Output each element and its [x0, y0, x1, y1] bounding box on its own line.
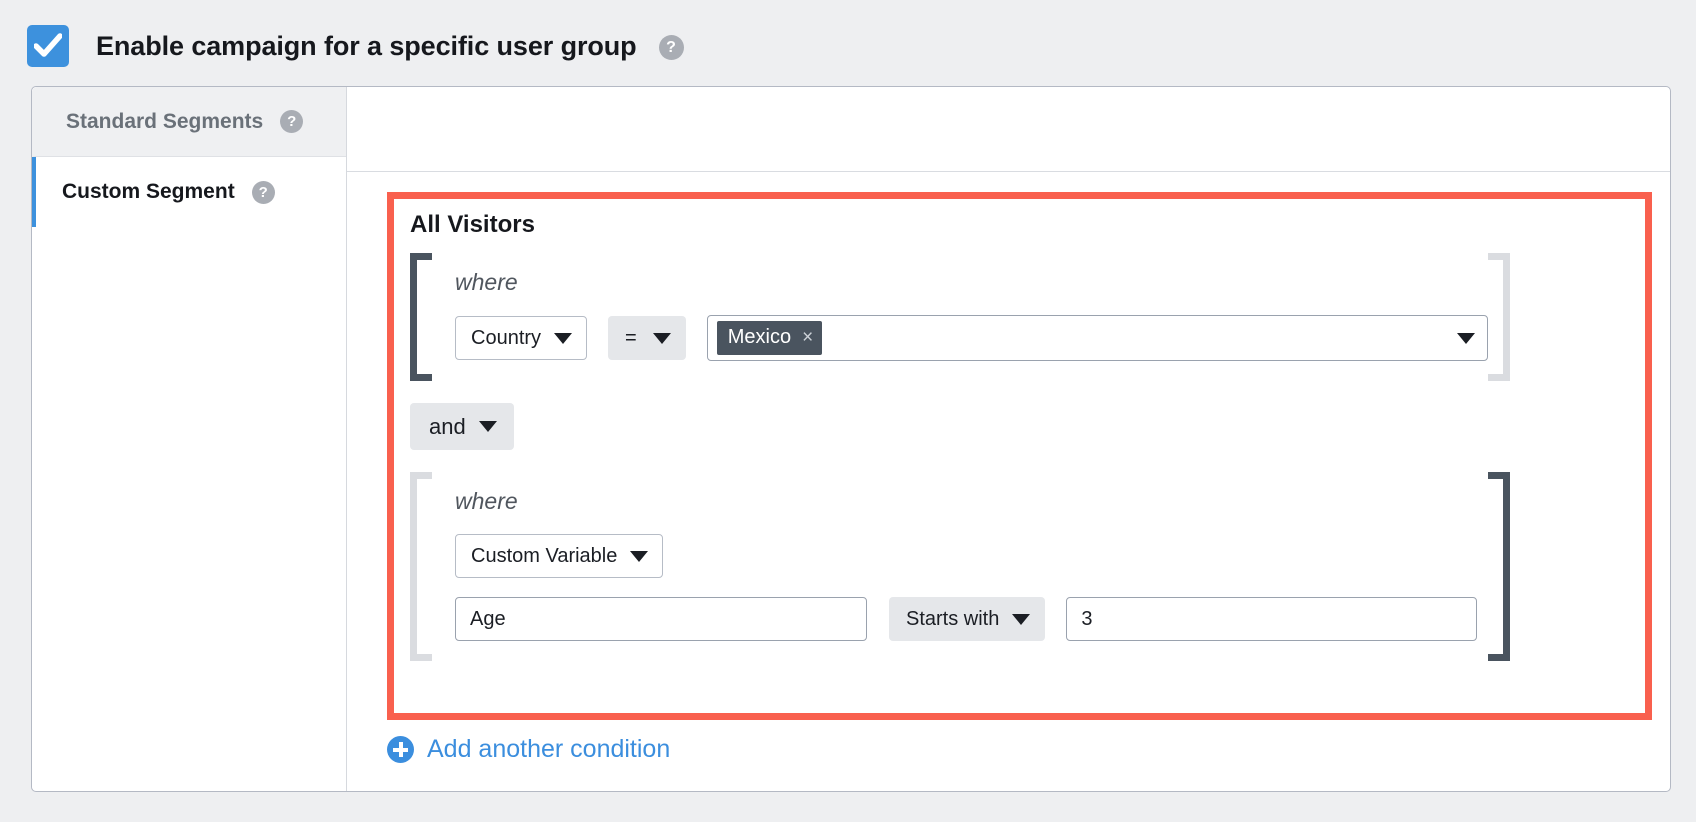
condition-row-2: where Custom Variable Age — [410, 472, 1510, 661]
page-root: Enable campaign for a specific user grou… — [0, 0, 1696, 822]
enable-campaign-checkbox[interactable] — [27, 25, 69, 67]
segment-builder: All Visitors where Country — [347, 192, 1670, 661]
custom-variable-value-input[interactable]: 3 — [1066, 597, 1477, 641]
condition-bracket-left — [410, 253, 432, 381]
sidebar-item-label: Custom Segment — [62, 180, 235, 204]
operator-select-starts-with[interactable]: Starts with — [889, 597, 1045, 641]
attribute-select-country[interactable]: Country — [455, 316, 587, 360]
condition-value-row: Age Starts with 3 — [455, 597, 1488, 641]
condition-bracket-left — [410, 472, 432, 661]
chevron-down-icon — [630, 551, 648, 562]
segment-builder-content: All Visitors where Country — [347, 87, 1670, 791]
chevron-down-icon — [479, 421, 497, 432]
where-label: where — [455, 488, 1488, 515]
remove-tag-icon[interactable]: × — [802, 328, 813, 347]
value-tag-label: Mexico — [728, 326, 791, 349]
add-another-condition-label: Add another condition — [427, 735, 670, 764]
help-icon-custom-segment[interactable]: ? — [252, 181, 275, 204]
attribute-select-value: Custom Variable — [471, 545, 617, 568]
segment-title: All Visitors — [410, 211, 1670, 239]
custom-variable-name-input[interactable]: Age — [455, 597, 867, 641]
condition-fields: Country = Mexico × — [455, 315, 1488, 361]
add-another-condition-button[interactable]: Add another condition — [387, 735, 670, 764]
operator-select-value: = — [625, 327, 637, 350]
operator-select-equals[interactable]: = — [608, 316, 686, 360]
condition-bracket-right — [1488, 472, 1510, 661]
enable-campaign-header: Enable campaign for a specific user grou… — [0, 0, 1696, 92]
segments-panel: Standard Segments ? Custom Segment ? All… — [31, 86, 1671, 792]
where-label: where — [455, 269, 1488, 296]
join-operator-select[interactable]: and — [410, 403, 514, 450]
help-icon-enable-campaign[interactable]: ? — [659, 35, 684, 60]
condition-bracket-right — [1488, 253, 1510, 381]
condition-row-1: where Country = — [410, 253, 1510, 381]
condition-body: where Custom Variable Age — [432, 472, 1488, 661]
help-icon-standard-segments[interactable]: ? — [280, 110, 303, 133]
chevron-down-icon — [653, 333, 671, 344]
sidebar-item-label: Standard Segments — [66, 110, 263, 134]
segments-sidebar: Standard Segments ? Custom Segment ? — [32, 87, 347, 791]
attribute-select-value: Country — [471, 327, 541, 350]
join-operator-wrap: and — [410, 403, 1670, 450]
content-divider — [347, 171, 1670, 172]
checkmark-icon — [34, 33, 62, 59]
chevron-down-icon — [1012, 614, 1030, 625]
operator-select-value: Starts with — [906, 608, 999, 631]
condition-body: where Country = — [432, 253, 1488, 381]
chevron-down-icon — [1457, 333, 1475, 344]
custom-variable-value: 3 — [1081, 608, 1092, 631]
attribute-select-custom-variable[interactable]: Custom Variable — [455, 534, 663, 578]
chevron-down-icon — [554, 333, 572, 344]
page-title: Enable campaign for a specific user grou… — [96, 31, 637, 62]
value-tag: Mexico × — [717, 321, 822, 355]
custom-variable-name-value: Age — [470, 608, 506, 631]
value-multiselect-country[interactable]: Mexico × — [707, 315, 1488, 361]
join-operator-value: and — [429, 414, 466, 440]
sidebar-item-custom-segment[interactable]: Custom Segment ? — [32, 157, 346, 227]
sidebar-item-standard-segments[interactable]: Standard Segments ? — [32, 87, 346, 157]
condition-attribute-row: Custom Variable — [455, 534, 1488, 578]
plus-circle-icon — [387, 736, 414, 763]
